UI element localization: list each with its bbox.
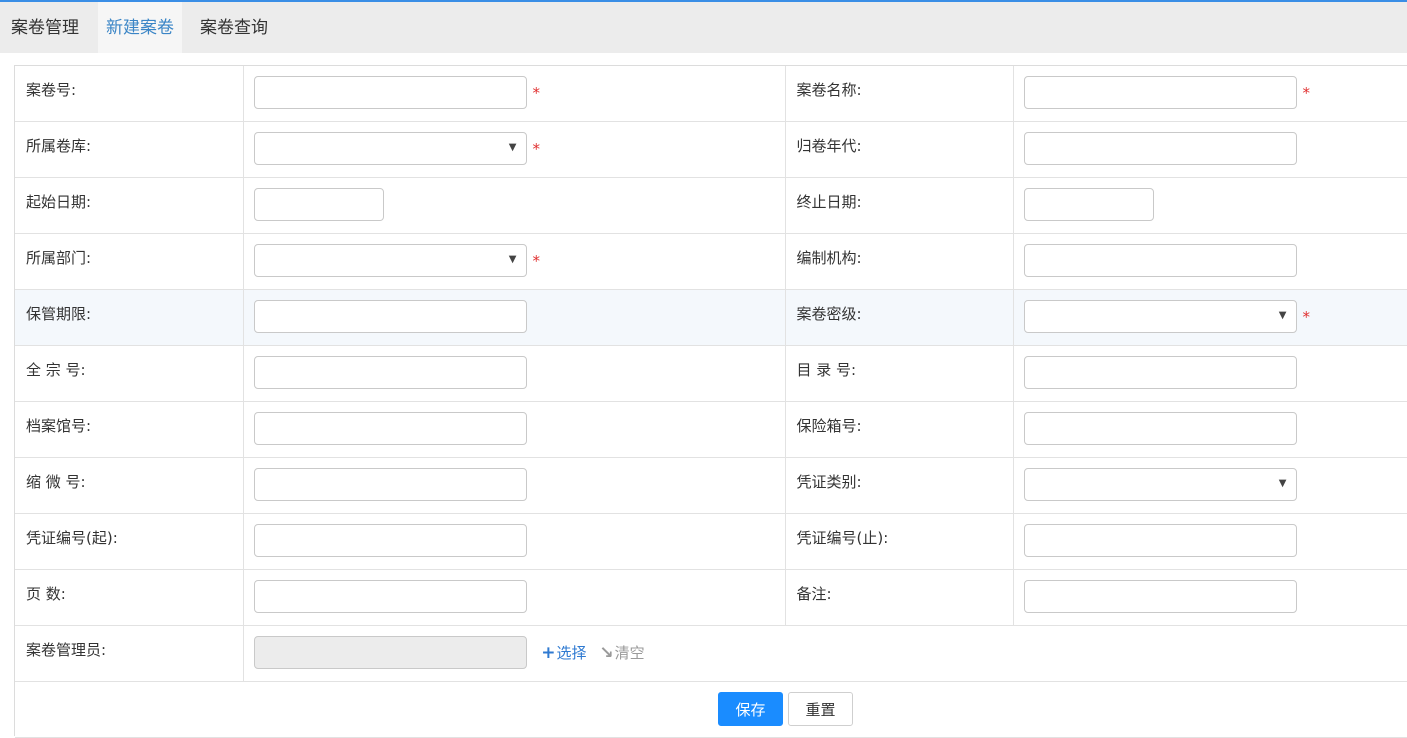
security-level-select[interactable]: ▼ (1023, 300, 1297, 333)
label-compiling-org: 编制机构: (785, 233, 1014, 290)
row-archive-library: 所属卷库: ▼ * 归卷年代: (15, 121, 1407, 178)
save-button[interactable]: 保存 (718, 692, 783, 726)
chevron-down-icon: ▼ (1278, 310, 1287, 321)
form-table: 案卷号: * 案卷名称: * 所属卷库: ▼ * 归卷年代: 起始日期: 终止日期… (15, 66, 1407, 738)
required-mark: * (532, 252, 541, 270)
reset-button[interactable]: 重置 (788, 692, 853, 726)
retention-period-input[interactable] (253, 300, 527, 333)
tab-bar: 案卷管理 新建案卷 案卷查询 (0, 2, 1407, 53)
microfilm-number-input[interactable] (253, 468, 527, 501)
label-remarks: 备注: (785, 569, 1014, 626)
clear-manager-link[interactable]: ↘清空 (599, 642, 644, 663)
chevron-down-icon: ▼ (508, 142, 517, 153)
archive-number-input[interactable] (253, 412, 527, 445)
label-microfilm-number: 缩 微 号: (15, 457, 244, 514)
label-voucher-end: 凭证编号(止): (785, 513, 1014, 570)
label-page-count: 页 数: (15, 569, 244, 626)
label-department: 所属部门: (15, 233, 244, 290)
label-case-manager: 案卷管理员: (15, 625, 244, 682)
row-fonds: 全 宗 号: 目 录 号: (15, 345, 1407, 402)
label-safe-number: 保险箱号: (785, 401, 1014, 458)
archive-library-select[interactable]: ▼ (253, 132, 527, 165)
case-form: 案卷号: * 案卷名称: * 所属卷库: ▼ * 归卷年代: 起始日期: 终止日期… (14, 65, 1407, 738)
end-date-input[interactable] (1023, 188, 1154, 221)
voucher-end-input[interactable] (1023, 524, 1297, 557)
voucher-start-input[interactable] (253, 524, 527, 557)
fonds-number-input[interactable] (253, 356, 527, 389)
row-dates: 起始日期: 终止日期: (15, 177, 1407, 234)
clear-arrow-icon: ↘ (599, 643, 614, 663)
label-archive-library: 所属卷库: (15, 121, 244, 178)
plus-icon: + (541, 643, 556, 663)
label-voucher-start: 凭证编号(起): (15, 513, 244, 570)
label-start-date: 起始日期: (15, 177, 244, 234)
start-date-input[interactable] (253, 188, 384, 221)
row-department: 所属部门: ▼ * 编制机构: (15, 233, 1407, 290)
case-name-input[interactable] (1023, 76, 1297, 109)
select-manager-link[interactable]: +选择 (541, 642, 586, 663)
department-select[interactable]: ▼ (253, 244, 527, 277)
chevron-down-icon: ▼ (508, 254, 517, 265)
label-case-number: 案卷号: (15, 66, 244, 122)
label-filing-year: 归卷年代: (785, 121, 1014, 178)
catalog-number-input[interactable] (1023, 356, 1297, 389)
clear-label: 清空 (614, 644, 645, 662)
tab-case-management[interactable]: 案卷管理 (11, 2, 79, 53)
case-number-input[interactable] (253, 76, 527, 109)
required-mark: * (532, 84, 541, 102)
label-fonds-number: 全 宗 号: (15, 345, 244, 402)
row-archive-number: 档案馆号: 保险箱号: (15, 401, 1407, 458)
select-label: 选择 (556, 644, 587, 662)
remarks-input[interactable] (1023, 580, 1297, 613)
row-voucher-numbers: 凭证编号(起): 凭证编号(止): (15, 513, 1407, 570)
row-retention: 保管期限: 案卷密级: ▼ * (15, 289, 1407, 346)
form-buttons: 保存 重置 (718, 692, 853, 726)
required-mark: * (1302, 84, 1311, 102)
label-security-level: 案卷密级: (785, 289, 1014, 346)
label-case-name: 案卷名称: (785, 66, 1014, 122)
chevron-down-icon: ▼ (1278, 478, 1287, 489)
row-pages: 页 数: 备注: (15, 569, 1407, 626)
row-buttons: 保存 重置 (15, 681, 1407, 738)
tab-case-query[interactable]: 案卷查询 (200, 2, 268, 53)
required-mark: * (532, 140, 541, 158)
label-catalog-number: 目 录 号: (785, 345, 1014, 402)
required-mark: * (1302, 308, 1311, 326)
safe-number-input[interactable] (1023, 412, 1297, 445)
label-retention-period: 保管期限: (15, 289, 244, 346)
page-count-input[interactable] (253, 580, 527, 613)
label-end-date: 终止日期: (785, 177, 1014, 234)
row-microfilm: 缩 微 号: 凭证类别: ▼ (15, 457, 1407, 514)
label-voucher-type: 凭证类别: (785, 457, 1014, 514)
case-manager-input[interactable] (253, 636, 527, 669)
voucher-type-select[interactable]: ▼ (1023, 468, 1297, 501)
row-case-number: 案卷号: * 案卷名称: * (15, 66, 1407, 122)
label-archive-number: 档案馆号: (15, 401, 244, 458)
filing-year-input[interactable] (1023, 132, 1297, 165)
compiling-org-input[interactable] (1023, 244, 1297, 277)
row-case-manager: 案卷管理员: +选择 ↘清空 (15, 625, 1407, 682)
tab-new-case[interactable]: 新建案卷 (98, 2, 182, 53)
